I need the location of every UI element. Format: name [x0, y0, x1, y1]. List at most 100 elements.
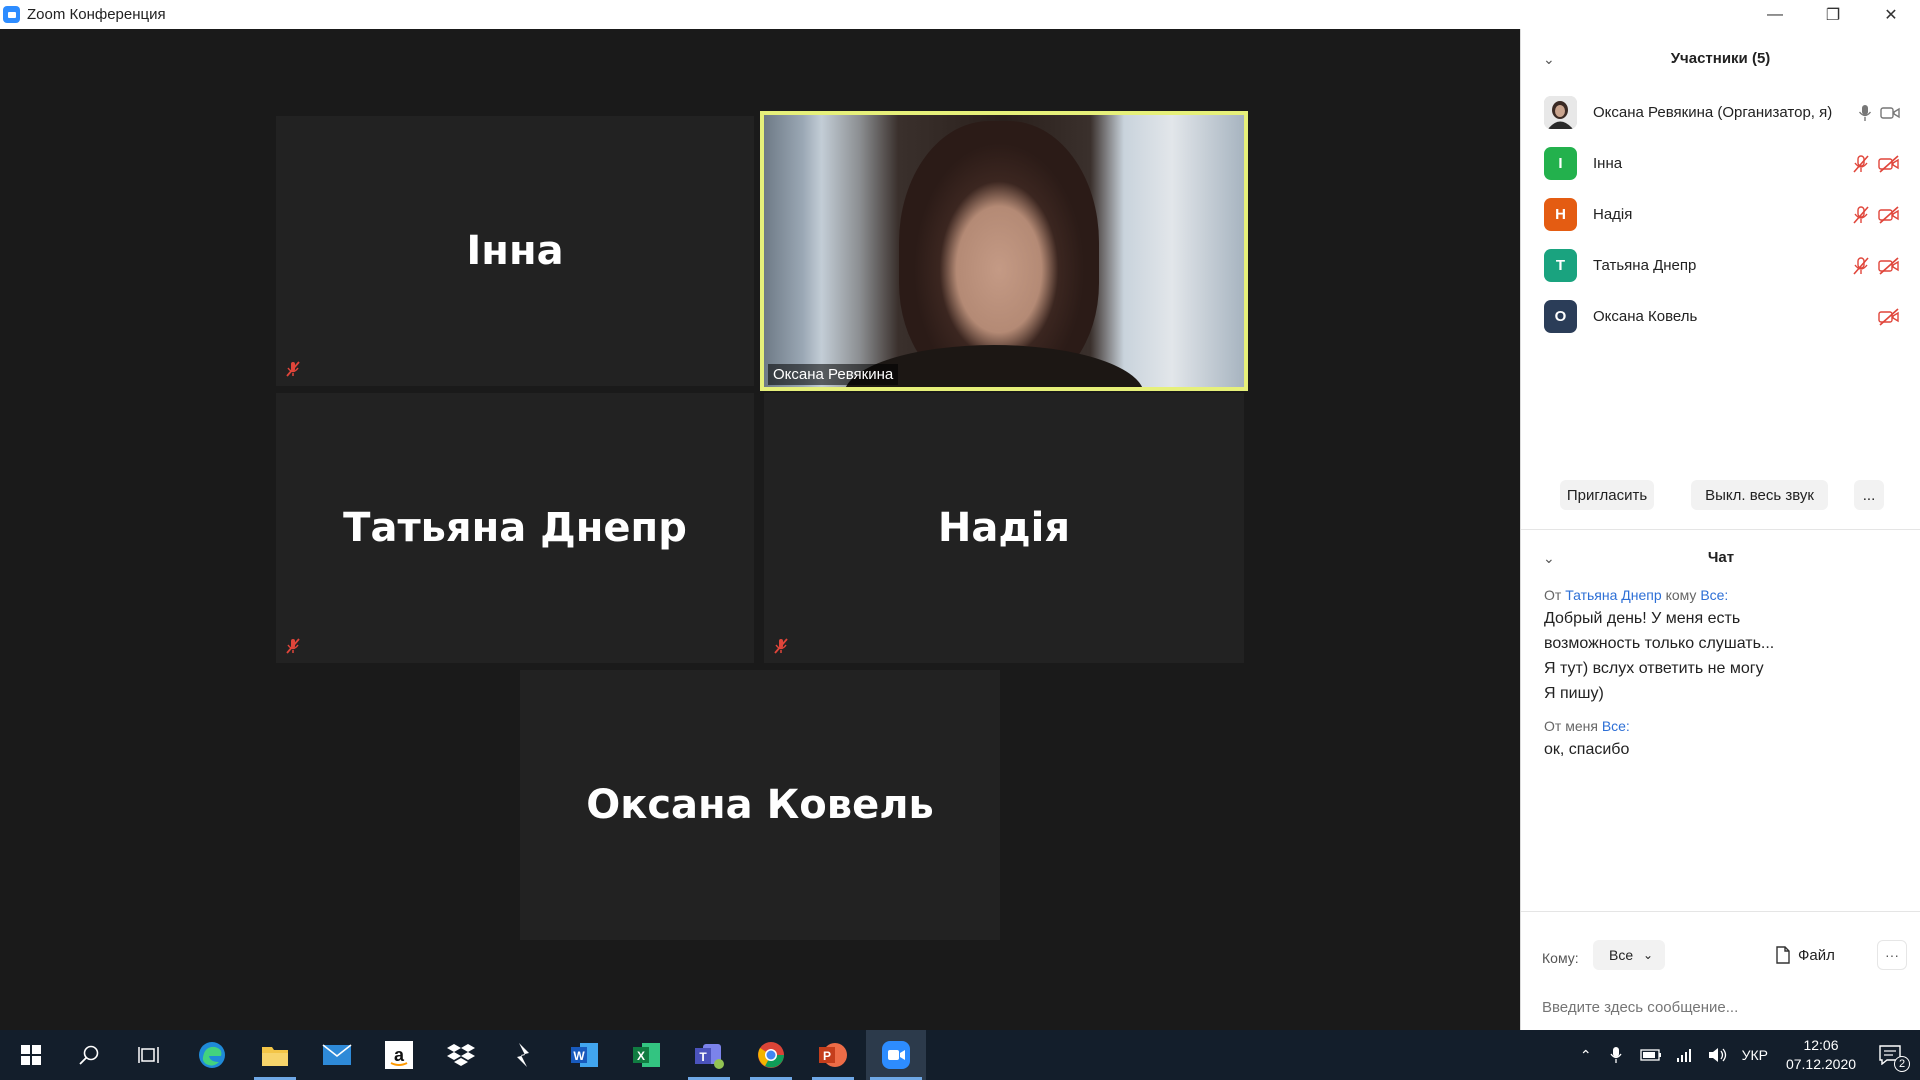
file-icon [1776, 946, 1790, 964]
network-icon[interactable] [1676, 1047, 1694, 1063]
amazon-icon[interactable]: a [374, 1030, 424, 1080]
active-speaker-tile[interactable]: Оксана Ревякина [760, 111, 1248, 391]
tile-participant-name: Інна [466, 228, 564, 274]
mic-icon[interactable] [1858, 104, 1872, 122]
file-button[interactable]: Файл [1776, 946, 1835, 964]
mute-all-button[interactable]: Выкл. весь звук [1691, 480, 1828, 510]
avatar: О [1544, 300, 1577, 333]
close-button[interactable]: ✕ [1862, 0, 1920, 29]
video-camera-icon[interactable] [1880, 106, 1900, 120]
sender-link[interactable]: Татьяна Днепр [1565, 587, 1661, 603]
side-panel: ⌄ Участники (5) Оксана Ревякина (Организ… [1520, 29, 1920, 1030]
chevron-up-icon[interactable]: ⌃ [1580, 1047, 1592, 1064]
mail-icon[interactable] [312, 1030, 362, 1080]
chat-message: От Татьяна Днепр кому Все: Добрый день! … [1544, 587, 1904, 706]
microphone-icon[interactable] [1610, 1046, 1622, 1064]
avatar [1544, 96, 1577, 129]
avatar: Н [1544, 198, 1577, 231]
participant-row[interactable]: I Інна [1521, 138, 1920, 189]
windows-start-icon[interactable] [6, 1030, 56, 1080]
video-off-icon[interactable] [1878, 154, 1900, 173]
word-icon[interactable]: W [560, 1030, 610, 1080]
participants-actions: Пригласить Выкл. весь звук ... [1521, 480, 1920, 510]
video-off-icon[interactable] [1878, 256, 1900, 275]
recipient-link[interactable]: Все: [1700, 587, 1728, 603]
tile-participant-name: Татьяна Днепр [343, 505, 687, 551]
clock[interactable]: 12:06 07.12.2020 [1782, 1036, 1860, 1074]
clock-time: 12:06 [1803, 1037, 1839, 1053]
svg-text:a: a [394, 1045, 405, 1065]
participant-name: Оксана Ковель [1593, 308, 1698, 325]
participant-row[interactable]: Н Надія [1521, 189, 1920, 240]
system-tray: ⌃ УКР 12:06 07.12.2020 2 [1580, 1030, 1920, 1080]
invite-button[interactable]: Пригласить [1560, 480, 1654, 510]
chevron-down-icon: ⌄ [1642, 948, 1653, 962]
message-line: ок, спасибо [1544, 741, 1630, 758]
muted-mic-icon[interactable] [1852, 154, 1870, 173]
svg-text:W: W [573, 1049, 585, 1063]
participant-name: Татьяна Днепр [1593, 257, 1697, 274]
taskbar: a W X T P ⌃ УКР 12:06 07.12.2020 2 [0, 1030, 1920, 1080]
recipient-link[interactable]: Все: [1602, 718, 1630, 734]
muted-mic-icon [286, 361, 300, 377]
svg-text:T: T [699, 1050, 707, 1064]
participant-row[interactable]: Т Татьяна Днепр [1521, 240, 1920, 291]
window-controls: — ❐ ✕ [1746, 0, 1920, 29]
title-bar: Zoom Конференция — ❐ ✕ [0, 0, 1920, 29]
search-icon[interactable] [64, 1030, 114, 1080]
edge-browser-icon[interactable] [187, 1030, 237, 1080]
message-line: Я тут) вслух ответить не могу [1544, 660, 1764, 677]
participants-list: Оксана Ревякина (Организатор, я) I Інна [1521, 87, 1920, 342]
participant-name: Інна [1593, 155, 1623, 172]
video-tile[interactable]: Оксана Ковель [520, 670, 1000, 940]
video-off-icon[interactable] [1878, 307, 1900, 326]
message-line: Добрый день! У меня есть [1544, 610, 1741, 627]
restore-button[interactable]: ❐ [1804, 0, 1862, 29]
teams-icon[interactable]: T [684, 1030, 734, 1080]
powerpoint-icon[interactable]: P [808, 1030, 858, 1080]
chat-messages: От Татьяна Днепр кому Все: Добрый день! … [1544, 587, 1904, 774]
video-tile[interactable]: Татьяна Днепр [276, 393, 754, 663]
svg-text:X: X [637, 1049, 645, 1063]
minimize-button[interactable]: — [1746, 0, 1804, 29]
tile-participant-name: Надія [937, 505, 1071, 551]
participant-row[interactable]: О Оксана Ковель [1521, 291, 1920, 342]
recipient-select[interactable]: Все ⌄ [1593, 940, 1665, 970]
window-title: Zoom Конференция [27, 6, 166, 23]
more-options-button[interactable]: ... [1854, 480, 1884, 510]
message-meta: От Татьяна Днепр кому Все: [1544, 587, 1729, 603]
file-explorer-icon[interactable] [250, 1030, 300, 1080]
notifications-button[interactable]: 2 [1860, 1030, 1920, 1080]
chrome-icon[interactable] [746, 1030, 796, 1080]
muted-mic-icon[interactable] [1852, 256, 1870, 275]
video-off-icon[interactable] [1878, 205, 1900, 224]
clock-date: 07.12.2020 [1785, 1056, 1857, 1072]
zoom-taskbar-icon[interactable] [866, 1030, 926, 1080]
language-indicator[interactable]: УКР [1742, 1047, 1768, 1063]
chat-header: ⌄ Чат [1521, 529, 1920, 585]
battery-icon[interactable] [1639, 1049, 1662, 1061]
message-line: Я пишу) [1544, 685, 1604, 702]
excel-icon[interactable]: X [622, 1030, 672, 1080]
chevron-down-icon[interactable]: ⌄ [1543, 550, 1557, 566]
tile-participant-name: Оксана Ковель [586, 782, 934, 828]
video-feed [764, 115, 1244, 387]
avatar: Т [1544, 249, 1577, 282]
dropbox-icon[interactable] [436, 1030, 486, 1080]
muted-mic-icon[interactable] [1852, 205, 1870, 224]
video-tile[interactable]: Інна [276, 116, 754, 386]
avatar-photo [1544, 96, 1577, 129]
chat-more-button[interactable]: ··· [1877, 940, 1907, 970]
chat-message-input[interactable] [1542, 996, 1902, 1018]
volume-icon[interactable] [1708, 1047, 1728, 1063]
chat-compose: Кому: Все ⌄ Файл ··· [1521, 911, 1920, 1030]
participant-row[interactable]: Оксана Ревякина (Организатор, я) [1521, 87, 1920, 138]
muted-mic-icon [286, 638, 300, 654]
chevron-down-icon[interactable]: ⌄ [1543, 51, 1557, 67]
task-view-icon[interactable] [124, 1030, 174, 1080]
participants-header: ⌄ Участники (5) [1521, 29, 1920, 87]
participant-name: Надія [1593, 206, 1633, 223]
app-icon[interactable] [498, 1030, 548, 1080]
video-tile[interactable]: Надія [764, 393, 1244, 663]
to-label: Кому: [1542, 950, 1579, 966]
